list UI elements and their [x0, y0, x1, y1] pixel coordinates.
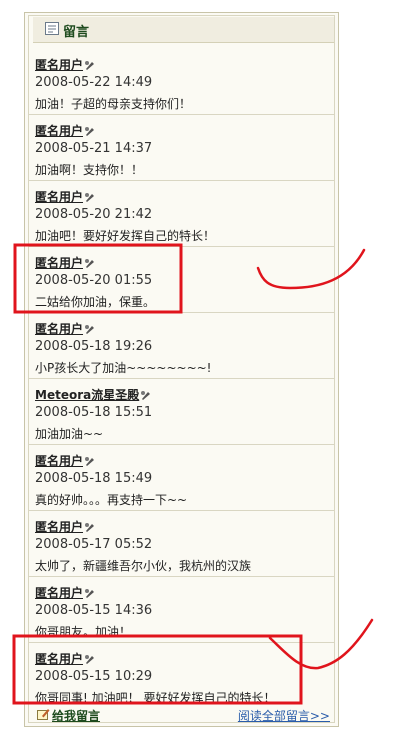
- comment-message: 真的好帅。。。再支持一下~~: [35, 493, 188, 507]
- comment-date: 2008-05-17 05:52: [35, 537, 153, 552]
- comment-date: 2008-05-22 14:49: [35, 75, 153, 90]
- comment-item: 匿名用户 2008-05-20 21:42 加油吧！要好好发挥自己的特长！: [29, 188, 334, 254]
- comment-message: 二姑给你加油，保重。: [35, 295, 156, 309]
- divider: [29, 114, 334, 115]
- comment-author[interactable]: 匿名用户: [35, 518, 95, 535]
- pen-icon: [85, 61, 95, 70]
- comment-date: 2008-05-18 15:51: [35, 405, 153, 420]
- comment-item: 匿名用户 2008-05-20 01:55 二姑给你加油，保重。: [29, 254, 334, 320]
- pen-icon: [85, 259, 95, 268]
- comment-author[interactable]: 匿名用户: [35, 254, 95, 271]
- comment-message: 加油！子超的母亲支持你们！: [35, 97, 192, 111]
- pen-icon: [141, 391, 151, 400]
- comment-message: 小P孩长大了加油~~~~~~~~!: [35, 361, 212, 375]
- leave-message-link[interactable]: 给我留言: [52, 707, 100, 722]
- divider: [29, 180, 334, 181]
- write-icon: [37, 709, 50, 720]
- comment-item: 匿名用户 2008-05-17 05:52 太帅了，新疆维吾尔小伙，我杭州的汉族: [29, 518, 334, 584]
- comment-list: 匿名用户 2008-05-22 14:49 加油！子超的母亲支持你们！ 匿名用户…: [29, 16, 334, 722]
- comment-item: Meteora流星圣殿 2008-05-18 15:51 加油加油~~: [29, 386, 334, 452]
- pen-icon: [85, 457, 95, 466]
- panel-footer: 给我留言 阅读全部留言>>: [29, 703, 334, 722]
- comment-date: 2008-05-20 21:42: [35, 207, 153, 222]
- comment-message: 太帅了，新疆维吾尔小伙，我杭州的汉族: [35, 559, 252, 573]
- divider: [29, 312, 334, 313]
- comment-date: 2008-05-20 01:55: [35, 273, 153, 288]
- comment-date: 2008-05-21 14:37: [35, 141, 153, 156]
- comment-message: 加油吧！要好好发挥自己的特长！: [35, 229, 216, 243]
- comment-author[interactable]: 匿名用户: [35, 56, 95, 73]
- pen-icon: [85, 523, 95, 532]
- read-all-messages-link[interactable]: 阅读全部留言>>: [238, 707, 330, 722]
- comments-panel-inner: 留言 匿名用户 2008-05-22 14:49 加油！子超的母亲支持你们！ 匿…: [28, 15, 335, 723]
- divider: [29, 378, 334, 379]
- comments-panel: 留言 匿名用户 2008-05-22 14:49 加油！子超的母亲支持你们！ 匿…: [24, 12, 339, 727]
- pen-icon: [85, 589, 95, 598]
- pen-icon: [85, 127, 95, 136]
- pen-icon: [85, 655, 95, 664]
- divider: [29, 444, 334, 445]
- divider: [29, 642, 334, 643]
- comment-date: 2008-05-15 10:29: [35, 669, 153, 684]
- comment-date: 2008-05-18 19:26: [35, 339, 153, 354]
- comment-author[interactable]: Meteora流星圣殿: [35, 386, 151, 403]
- pen-icon: [85, 325, 95, 334]
- comment-message: 加油加油~~: [35, 427, 104, 441]
- pen-icon: [85, 193, 95, 202]
- comment-item: 匿名用户 2008-05-21 14:37 加油啊！支持你！！: [29, 122, 334, 188]
- comment-author[interactable]: 匿名用户: [35, 584, 95, 601]
- comment-item: 匿名用户 2008-05-15 14:36 你哥朋友。加油！: [29, 584, 334, 650]
- comment-item: 匿名用户 2008-05-18 15:49 真的好帅。。。再支持一下~~: [29, 452, 334, 518]
- comment-message: 你哥朋友。加油！: [35, 625, 132, 639]
- comment-author[interactable]: 匿名用户: [35, 650, 95, 667]
- divider: [29, 246, 334, 247]
- comment-author[interactable]: 匿名用户: [35, 122, 95, 139]
- comment-date: 2008-05-18 15:49: [35, 471, 153, 486]
- divider: [29, 576, 334, 577]
- comment-author[interactable]: 匿名用户: [35, 452, 95, 469]
- comment-message: 加油啊！支持你！！: [35, 163, 144, 177]
- comment-author[interactable]: 匿名用户: [35, 320, 95, 337]
- comment-item: 匿名用户 2008-05-22 14:49 加油！子超的母亲支持你们！: [29, 56, 334, 122]
- comment-author[interactable]: 匿名用户: [35, 188, 95, 205]
- divider: [29, 510, 334, 511]
- comment-date: 2008-05-15 14:36: [35, 603, 153, 618]
- comment-item: 匿名用户 2008-05-18 19:26 小P孩长大了加油~~~~~~~~!: [29, 320, 334, 386]
